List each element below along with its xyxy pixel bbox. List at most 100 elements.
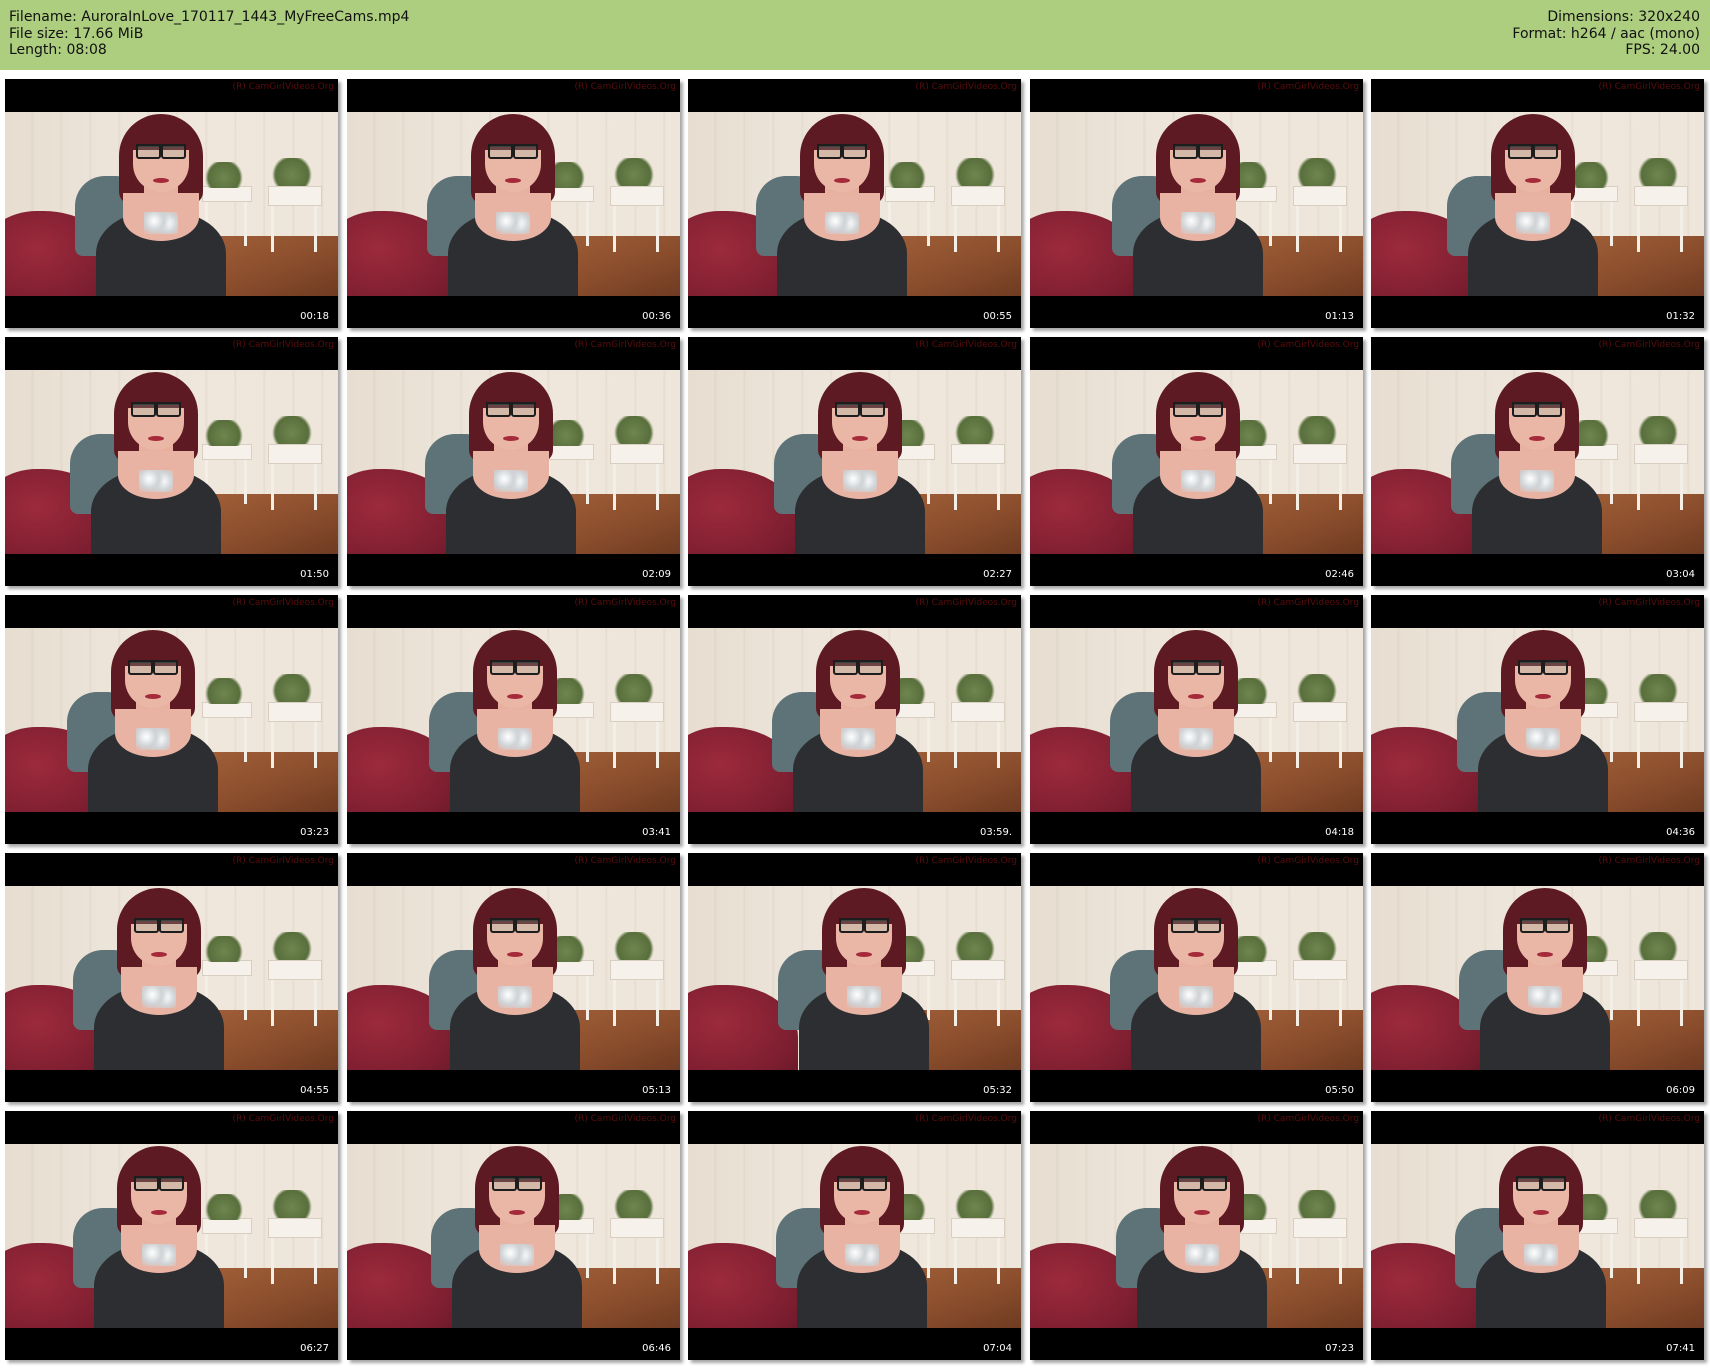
watermark-text: (R) CamGirlVideos.Org xyxy=(915,856,1017,866)
watermark-text: (R) CamGirlVideos.Org xyxy=(1257,340,1359,350)
watermark-text: (R) CamGirlVideos.Org xyxy=(232,598,334,608)
fps-text: FPS: 24.00 xyxy=(1625,42,1700,58)
timestamp-label: 07:23 xyxy=(1325,1343,1354,1354)
watermark-text: (R) CamGirlVideos.Org xyxy=(574,82,676,92)
thumbnail[interactable]: (R) CamGirlVideos.Org 05:50 xyxy=(1030,853,1363,1102)
video-frame-image xyxy=(1371,370,1704,554)
video-frame-image xyxy=(5,112,338,296)
thumbnail[interactable]: (R) CamGirlVideos.Org 05:13 xyxy=(347,853,680,1102)
watermark-text: (R) CamGirlVideos.Org xyxy=(574,856,676,866)
video-frame-image xyxy=(688,886,1021,1070)
video-frame-image xyxy=(347,886,680,1070)
video-frame-image xyxy=(5,628,338,812)
watermark-text: (R) CamGirlVideos.Org xyxy=(1598,82,1700,92)
video-frame-image xyxy=(1030,370,1363,554)
thumbnail[interactable]: (R) CamGirlVideos.Org 04:18 xyxy=(1030,595,1363,844)
timestamp-label: 04:36 xyxy=(1666,827,1695,838)
watermark-text: (R) CamGirlVideos.Org xyxy=(915,598,1017,608)
length-text: Length: 08:08 xyxy=(9,42,107,58)
format-text: Format: h264 / aac (mono) xyxy=(1512,25,1700,42)
timestamp-label: 00:36 xyxy=(642,311,671,322)
watermark-text: (R) CamGirlVideos.Org xyxy=(1257,598,1359,608)
timestamp-label: 03:59. xyxy=(980,827,1012,838)
watermark-text: (R) CamGirlVideos.Org xyxy=(1598,856,1700,866)
timestamp-label: 03:23 xyxy=(300,827,329,838)
timestamp-label: 02:09 xyxy=(642,569,671,580)
video-frame-image xyxy=(347,112,680,296)
watermark-text: (R) CamGirlVideos.Org xyxy=(1257,1114,1359,1124)
timestamp-label: 01:32 xyxy=(1666,311,1695,322)
thumbnail[interactable]: (R) CamGirlVideos.Org 03:59. xyxy=(688,595,1021,844)
thumbnail[interactable]: (R) CamGirlVideos.Org 06:27 xyxy=(5,1111,338,1360)
video-frame-image xyxy=(5,886,338,1070)
watermark-text: (R) CamGirlVideos.Org xyxy=(232,82,334,92)
thumbnail[interactable]: (R) CamGirlVideos.Org 06:46 xyxy=(347,1111,680,1360)
thumbnail[interactable]: (R) CamGirlVideos.Org 04:36 xyxy=(1371,595,1704,844)
thumbnail[interactable]: (R) CamGirlVideos.Org 03:41 xyxy=(347,595,680,844)
video-frame-image xyxy=(688,1144,1021,1328)
timestamp-label: 07:41 xyxy=(1666,1343,1695,1354)
watermark-text: (R) CamGirlVideos.Org xyxy=(1257,82,1359,92)
watermark-text: (R) CamGirlVideos.Org xyxy=(574,1114,676,1124)
filename-text: Filename: AuroraInLove_170117_1443_MyFre… xyxy=(9,9,410,25)
media-info: Dimensions: 320x240 Format: h264 / aac (… xyxy=(1512,9,1700,59)
timestamp-label: 05:13 xyxy=(642,1085,671,1096)
thumbnail[interactable]: (R) CamGirlVideos.Org 00:18 xyxy=(5,79,338,328)
thumbnail[interactable]: (R) CamGirlVideos.Org 02:27 xyxy=(688,337,1021,586)
thumbnail[interactable]: (R) CamGirlVideos.Org 02:46 xyxy=(1030,337,1363,586)
timestamp-label: 05:50 xyxy=(1325,1085,1354,1096)
video-frame-image xyxy=(347,1144,680,1328)
video-frame-image xyxy=(688,628,1021,812)
thumbnail[interactable]: (R) CamGirlVideos.Org 06:09 xyxy=(1371,853,1704,1102)
thumbnail[interactable]: (R) CamGirlVideos.Org 01:50 xyxy=(5,337,338,586)
timestamp-label: 06:46 xyxy=(642,1343,671,1354)
thumbnail[interactable]: (R) CamGirlVideos.Org 03:23 xyxy=(5,595,338,844)
video-frame-image xyxy=(5,370,338,554)
thumbnail[interactable]: (R) CamGirlVideos.Org 05:32 xyxy=(688,853,1021,1102)
watermark-text: (R) CamGirlVideos.Org xyxy=(1598,598,1700,608)
thumbnail[interactable]: (R) CamGirlVideos.Org 07:41 xyxy=(1371,1111,1704,1360)
watermark-text: (R) CamGirlVideos.Org xyxy=(915,340,1017,350)
thumbnail[interactable]: (R) CamGirlVideos.Org 03:04 xyxy=(1371,337,1704,586)
watermark-text: (R) CamGirlVideos.Org xyxy=(1598,1114,1700,1124)
timestamp-label: 06:09 xyxy=(1666,1085,1695,1096)
timestamp-label: 06:27 xyxy=(300,1343,329,1354)
video-frame-image xyxy=(1371,628,1704,812)
timestamp-label: 00:55 xyxy=(983,311,1012,322)
file-info: Filename: AuroraInLove_170117_1443_MyFre… xyxy=(9,9,409,59)
video-frame-image xyxy=(688,370,1021,554)
timestamp-label: 04:55 xyxy=(300,1085,329,1096)
timestamp-label: 01:50 xyxy=(300,569,329,580)
timestamp-label: 02:27 xyxy=(983,569,1012,580)
timestamp-label: 01:13 xyxy=(1325,311,1354,322)
timestamp-label: 03:41 xyxy=(642,827,671,838)
dimensions-text: Dimensions: 320x240 xyxy=(1547,9,1700,25)
video-frame-image xyxy=(688,112,1021,296)
info-header: Filename: AuroraInLove_170117_1443_MyFre… xyxy=(0,0,1710,70)
watermark-text: (R) CamGirlVideos.Org xyxy=(232,856,334,866)
thumbnail[interactable]: (R) CamGirlVideos.Org 01:13 xyxy=(1030,79,1363,328)
timestamp-label: 04:18 xyxy=(1325,827,1354,838)
thumbnail[interactable]: (R) CamGirlVideos.Org 04:55 xyxy=(5,853,338,1102)
timestamp-label: 02:46 xyxy=(1325,569,1354,580)
video-frame-image xyxy=(1371,112,1704,296)
video-frame-image xyxy=(347,628,680,812)
thumbnail[interactable]: (R) CamGirlVideos.Org 02:09 xyxy=(347,337,680,586)
video-frame-image xyxy=(5,1144,338,1328)
video-frame-image xyxy=(1030,886,1363,1070)
timestamp-label: 05:32 xyxy=(983,1085,1012,1096)
thumbnail[interactable]: (R) CamGirlVideos.Org 07:04 xyxy=(688,1111,1021,1360)
video-frame-image xyxy=(1030,628,1363,812)
video-frame-image xyxy=(1030,1144,1363,1328)
timestamp-label: 03:04 xyxy=(1666,569,1695,580)
thumbnail[interactable]: (R) CamGirlVideos.Org 00:55 xyxy=(688,79,1021,328)
video-frame-image xyxy=(347,370,680,554)
video-frame-image xyxy=(1371,886,1704,1070)
thumbnail[interactable]: (R) CamGirlVideos.Org 01:32 xyxy=(1371,79,1704,328)
watermark-text: (R) CamGirlVideos.Org xyxy=(574,340,676,350)
thumbnail[interactable]: (R) CamGirlVideos.Org 00:36 xyxy=(347,79,680,328)
watermark-text: (R) CamGirlVideos.Org xyxy=(915,82,1017,92)
watermark-text: (R) CamGirlVideos.Org xyxy=(232,1114,334,1124)
watermark-text: (R) CamGirlVideos.Org xyxy=(574,598,676,608)
thumbnail[interactable]: (R) CamGirlVideos.Org 07:23 xyxy=(1030,1111,1363,1360)
